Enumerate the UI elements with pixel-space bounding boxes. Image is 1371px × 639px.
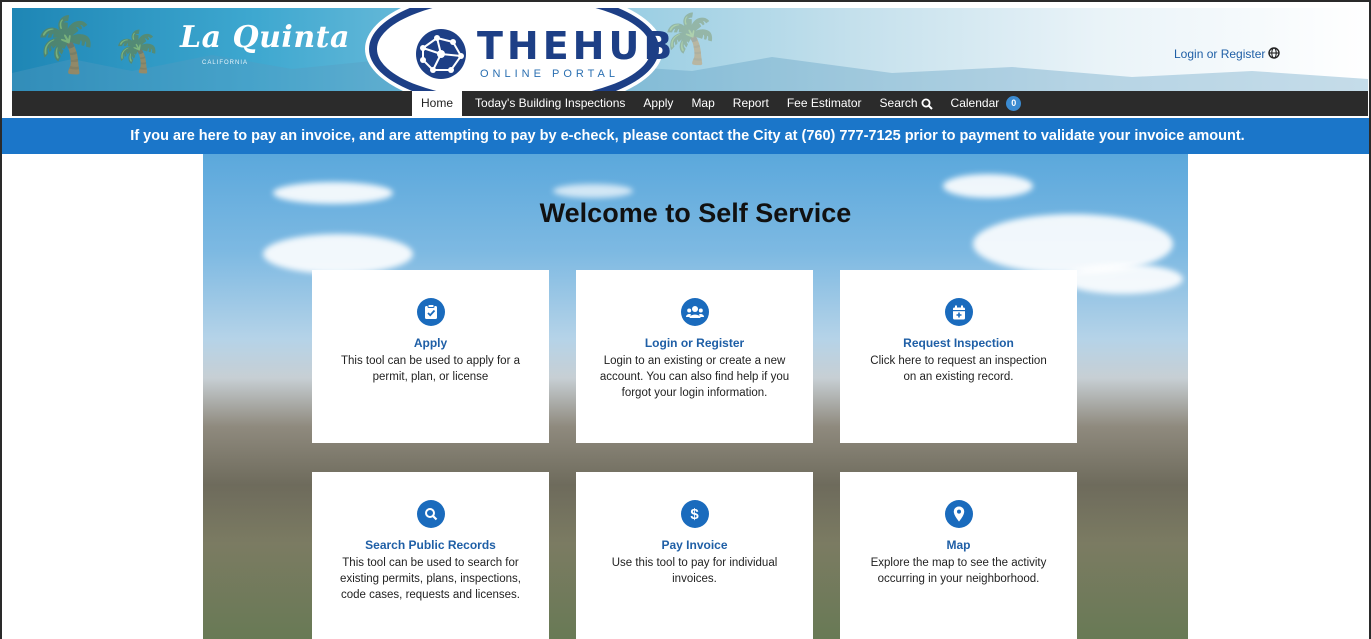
nav-apply[interactable]: Apply — [634, 91, 682, 116]
card-map[interactable]: Map Explore the map to see the activity … — [840, 472, 1077, 639]
map-pin-icon — [944, 500, 973, 528]
card-description: Click here to request an inspection on a… — [870, 355, 1047, 383]
palm-tree-icon: 🌴 — [112, 30, 162, 74]
cloud-decoration — [263, 234, 413, 274]
search-icon — [416, 500, 445, 528]
nav-search[interactable]: Search — [871, 91, 942, 116]
cloud-decoration — [553, 184, 633, 198]
card-login-register[interactable]: Login or Register Login to an existing o… — [576, 270, 813, 443]
nav-calendar[interactable]: Calendar 0 — [942, 91, 1031, 116]
hub-title[interactable]: THEHUB — [477, 26, 676, 66]
nav-search-label: Search — [879, 96, 918, 110]
main-nav: Home Today's Building Inspections Apply … — [12, 91, 1368, 116]
card-pay-invoice[interactable]: $ Pay Invoice Use this tool to pay for i… — [576, 472, 813, 639]
nav-map[interactable]: Map — [682, 91, 723, 116]
hero-background: Welcome to Self Service Apply This tool … — [203, 154, 1188, 639]
nav-report[interactable]: Report — [724, 91, 778, 116]
card-description: Login to an existing or create a new acc… — [599, 355, 790, 399]
cloud-decoration — [943, 174, 1033, 198]
hub-network-icon — [416, 29, 466, 79]
dollar-icon: $ — [680, 500, 709, 528]
card-description: Use this tool to pay for individual invo… — [611, 557, 778, 585]
site-header: 🌴 🌴 🌴 La Quinta CALIFORNIA THEHUB ONLINE… — [12, 8, 1368, 91]
calendar-plus-icon — [944, 298, 973, 326]
nav-calendar-label: Calendar — [950, 96, 1000, 110]
card-request-inspection[interactable]: Request Inspection Click here to request… — [840, 270, 1077, 443]
browser-frame: 🌴 🌴 🌴 La Quinta CALIFORNIA THEHUB ONLINE… — [0, 0, 1371, 639]
city-logo-subtitle: CALIFORNIA — [202, 60, 249, 66]
palm-tree-icon: 🌴 — [32, 15, 100, 75]
card-title: Map — [946, 538, 971, 552]
calendar-count-badge: 0 — [1006, 96, 1022, 111]
nav-home[interactable]: Home — [412, 91, 463, 116]
globe-icon[interactable] — [1268, 47, 1280, 59]
card-description: This tool can be used to search for exis… — [340, 557, 521, 601]
login-register-link[interactable]: Login or Register — [1174, 47, 1265, 61]
card-apply[interactable]: Apply This tool can be used to apply for… — [312, 270, 549, 443]
nav-todays-inspections[interactable]: Today's Building Inspections — [466, 91, 634, 116]
card-title: Pay Invoice — [661, 538, 728, 552]
card-title: Login or Register — [644, 336, 745, 350]
card-search-public-records[interactable]: Search Public Records This tool can be u… — [312, 472, 549, 639]
users-icon — [680, 298, 709, 326]
nav-fee-estimator[interactable]: Fee Estimator — [778, 91, 871, 116]
city-logo[interactable]: La Quinta — [180, 20, 350, 55]
card-title: Apply — [413, 336, 448, 350]
card-description: This tool can be used to apply for a per… — [341, 355, 520, 383]
hub-subtitle: ONLINE PORTAL — [480, 68, 620, 80]
card-description: Explore the map to see the activity occu… — [870, 557, 1047, 585]
cloud-decoration — [1063, 264, 1183, 294]
card-title: Request Inspection — [903, 336, 1014, 350]
page-title: Welcome to Self Service — [539, 198, 852, 228]
clipboard-check-icon — [416, 298, 445, 326]
payment-notice-banner: If you are here to pay an invoice, and a… — [2, 118, 1369, 154]
card-title: Search Public Records — [365, 538, 496, 552]
search-icon — [921, 98, 933, 110]
